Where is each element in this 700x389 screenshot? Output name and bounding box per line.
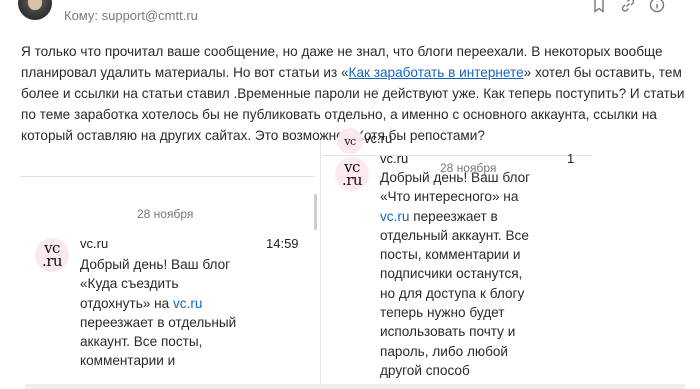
quote-right-sender: vc.ru [380, 151, 409, 166]
quote-left-sender: vc.ru [80, 236, 109, 251]
quote-left-scrollbar[interactable] [314, 194, 317, 230]
avatar-face [28, 0, 42, 10]
quote-left-date: 28 ноября [137, 207, 194, 221]
quote-left-text: Добрый день! Ваш блог «Куда съездить отд… [80, 255, 240, 371]
link-icon[interactable] [619, 0, 637, 14]
quote-right-text-before: Добрый день! Ваш блог «Что интересного» … [380, 170, 531, 205]
vc-logo-bottom: .ru [41, 252, 63, 270]
quote-left-time: 14:59 [266, 236, 299, 251]
quote-right-time: 1 [567, 151, 575, 166]
vc-logo-partial-text: vc [344, 134, 356, 148]
quote-right-text-after: переезжает в отдельный аккаунт. Все пост… [380, 208, 529, 378]
sender-avatar [18, 0, 52, 20]
info-icon[interactable] [648, 0, 666, 14]
bookmark-icon[interactable] [590, 0, 608, 14]
quote-left-vc-link[interactable]: vc.ru [173, 296, 202, 311]
quote-right-sender-partial: vc.ru [364, 131, 393, 146]
quote-divider [320, 140, 321, 389]
vc-logo-partial: vc [337, 128, 363, 154]
article-link[interactable]: Как заработать в интернете [349, 65, 524, 80]
vc-logo: vc .ru [35, 238, 69, 272]
horizontal-scrollbar[interactable] [25, 384, 685, 389]
quote-right-text: Добрый день! Ваш блог «Что интересного» … [380, 168, 540, 380]
vc-logo: vc .ru [335, 157, 369, 191]
recipient-line: Кому: support@cmtt.ru [64, 8, 198, 23]
quote-left-text-before: Добрый день! Ваш блог «Куда съездить отд… [80, 257, 231, 311]
quote-right-top-border [322, 155, 592, 156]
quote-right-vc-link[interactable]: vc.ru [380, 209, 409, 224]
quote-left-top-border [20, 176, 315, 177]
quote-left-text-after: переезжает в отдельный аккаунт. Все пост… [80, 314, 237, 369]
vc-logo-bottom: .ru [341, 171, 363, 189]
